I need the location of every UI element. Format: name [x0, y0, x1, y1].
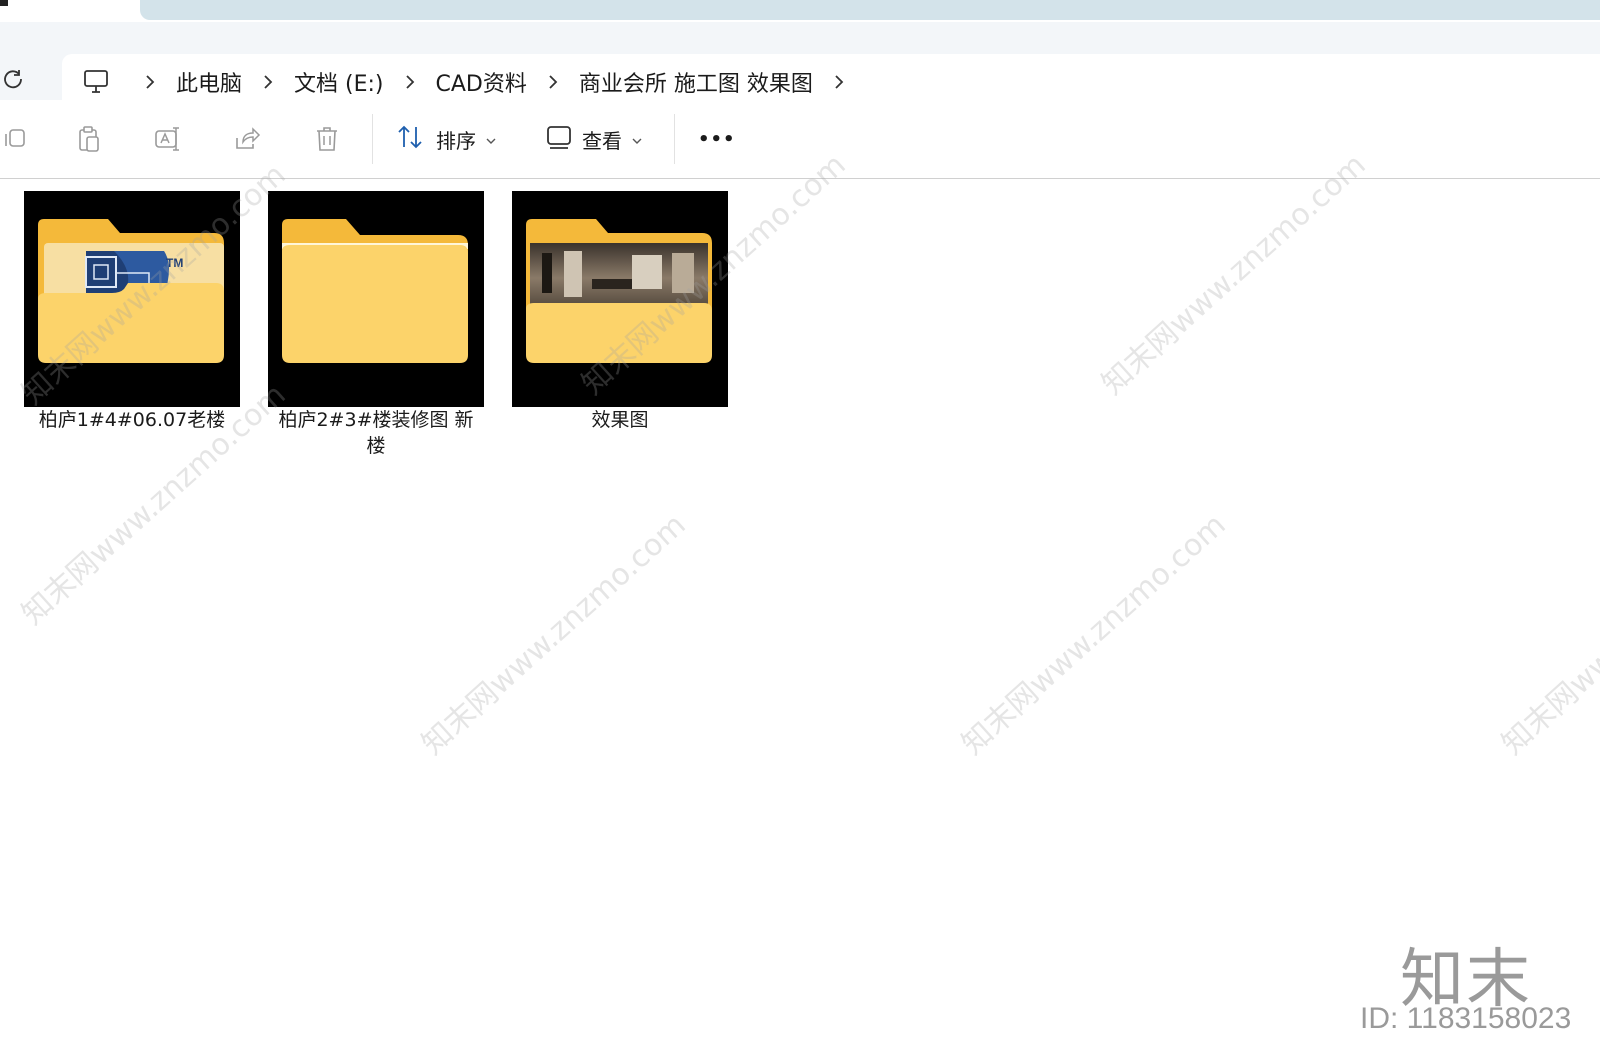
view-button[interactable]: 查看	[546, 122, 642, 156]
window-corner-mark	[0, 0, 8, 6]
breadcrumb-item-this-pc[interactable]: 此电脑	[170, 66, 248, 98]
folder-item[interactable]: 效果图	[512, 191, 728, 433]
breadcrumb-item-cad[interactable]: CAD资料	[430, 66, 533, 98]
toolbar-divider	[372, 114, 373, 164]
folder-name[interactable]: 柏庐2#3#楼装修图 新楼	[268, 407, 484, 459]
active-tab[interactable]	[140, 0, 1600, 20]
address-bar-row: 此电脑 文档 (E:) CAD资料 商业会所 施工图 效果图	[0, 22, 1600, 110]
delete-icon[interactable]	[312, 124, 342, 154]
folder-cad-icon: TM	[24, 191, 240, 407]
folder-photo-icon	[512, 191, 728, 407]
folder-name[interactable]: 柏庐1#4#06.07老楼	[24, 407, 240, 433]
toolbar-divider	[674, 114, 675, 164]
chevron-right-icon[interactable]	[390, 74, 430, 90]
chevron-down-icon	[632, 130, 642, 149]
chevron-right-icon[interactable]	[819, 74, 859, 90]
folder-thumbnail	[512, 191, 728, 407]
chevron-right-icon[interactable]	[248, 74, 288, 90]
sort-label: 排序	[436, 128, 476, 153]
chevron-right-icon[interactable]	[130, 74, 170, 90]
view-layout-icon	[546, 124, 572, 154]
breadcrumb-item-documents-drive[interactable]: 文档 (E:)	[288, 66, 389, 98]
folder-item[interactable]: TM 柏庐1#4#06.07老楼	[24, 191, 240, 433]
folder-name[interactable]: 效果图	[512, 407, 728, 433]
view-label: 查看	[582, 128, 622, 153]
file-view[interactable]: TM 柏庐1#4#06.07老楼 柏庐2#3#楼装修图 新楼 效果图	[0, 179, 1600, 1063]
folder-icon	[268, 191, 484, 407]
paste-icon[interactable]	[74, 124, 104, 154]
breadcrumb-item-current-folder[interactable]: 商业会所 施工图 效果图	[573, 66, 819, 98]
svg-text:TM: TM	[166, 256, 183, 270]
folder-item[interactable]: 柏庐2#3#楼装修图 新楼	[268, 191, 484, 459]
share-icon[interactable]	[232, 124, 262, 154]
chevron-right-icon[interactable]	[533, 74, 573, 90]
sort-arrows-icon	[396, 123, 426, 155]
tab-strip	[0, 0, 1600, 22]
more-ellipsis-icon: •••	[698, 128, 736, 150]
more-options-button[interactable]: •••	[698, 122, 736, 156]
command-bar: 排序 查看 •••	[0, 100, 1600, 179]
copy-icon[interactable]	[0, 124, 30, 154]
refresh-icon[interactable]	[0, 66, 26, 92]
rename-icon[interactable]	[153, 124, 183, 154]
folder-thumbnail: TM	[24, 191, 240, 407]
chevron-down-icon	[486, 130, 496, 149]
sort-button[interactable]: 排序	[396, 122, 496, 156]
folder-thumbnail	[268, 191, 484, 407]
watermark-id: ID: 1183158023	[1360, 1002, 1572, 1035]
